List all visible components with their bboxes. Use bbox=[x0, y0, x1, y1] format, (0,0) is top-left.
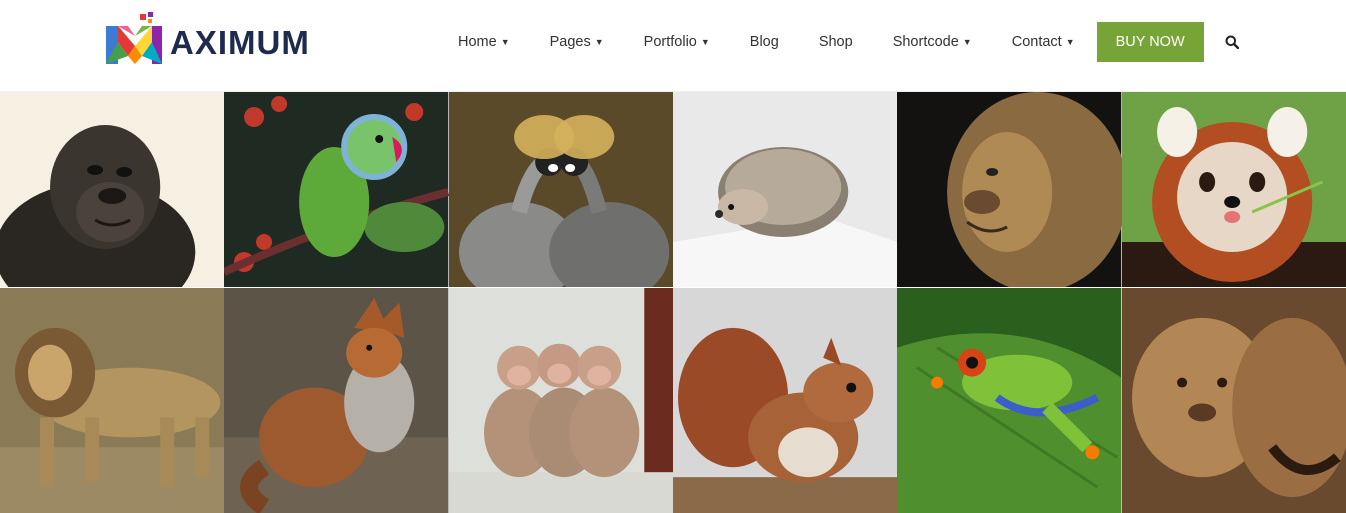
nav-label: Pages bbox=[549, 34, 591, 50]
caret-down-icon: ▼ bbox=[594, 37, 604, 47]
gallery-item-gorilla[interactable] bbox=[0, 92, 225, 287]
nav-item-home[interactable]: Home ▼ bbox=[438, 22, 530, 62]
gallery-item-lion-walking[interactable] bbox=[0, 287, 225, 513]
nav-label: Home bbox=[458, 34, 497, 50]
site-header: AXIMUM Home ▼ Pages ▼ Portfolio ▼ Blog Shop… bbox=[0, 0, 1346, 92]
gallery-item-parrot[interactable] bbox=[224, 92, 449, 287]
search-icon[interactable] bbox=[1204, 22, 1260, 62]
caret-down-icon: ▼ bbox=[1065, 37, 1075, 47]
gallery-item-fox[interactable] bbox=[224, 287, 449, 513]
caret-down-icon: ▼ bbox=[500, 37, 510, 47]
caret-down-icon: ▼ bbox=[962, 37, 972, 47]
gallery-item-monkeys[interactable] bbox=[448, 287, 673, 513]
gallery-item-squirrel[interactable] bbox=[672, 287, 898, 513]
logo-mark-icon bbox=[104, 12, 166, 68]
buy-now-button[interactable]: BUY NOW bbox=[1096, 22, 1204, 62]
nav-item-blog[interactable]: Blog bbox=[730, 22, 799, 62]
nav-item-pages[interactable]: Pages ▼ bbox=[530, 22, 624, 62]
gallery-item-lion-cub[interactable] bbox=[1121, 287, 1346, 513]
nav-item-portfolio[interactable]: Portfolio ▼ bbox=[624, 22, 730, 62]
gallery-item-tree-frog[interactable] bbox=[897, 287, 1122, 513]
main-nav: Home ▼ Pages ▼ Portfolio ▼ Blog Shop Shortc… bbox=[438, 22, 1260, 62]
nav-item-shortcode[interactable]: Shortcode ▼ bbox=[873, 22, 992, 62]
portfolio-gallery bbox=[0, 92, 1346, 513]
nav-label: Shortcode bbox=[892, 34, 959, 50]
brand-name: AXIMUM bbox=[170, 24, 310, 61]
gallery-item-crowned-cranes[interactable] bbox=[448, 92, 673, 287]
gallery-item-hedgehog[interactable] bbox=[672, 92, 898, 287]
nav-label: Portfolio bbox=[643, 34, 697, 50]
nav-item-shop[interactable]: Shop bbox=[799, 22, 873, 62]
caret-down-icon: ▼ bbox=[700, 37, 710, 47]
nav-label: Contact bbox=[1011, 34, 1062, 50]
nav-item-contact[interactable]: Contact ▼ bbox=[992, 22, 1095, 62]
nav-label: Shop bbox=[818, 34, 853, 50]
gallery-item-lion-face[interactable] bbox=[897, 92, 1122, 287]
site-logo[interactable]: AXIMUM bbox=[104, 12, 310, 68]
nav-label: Blog bbox=[749, 34, 779, 50]
gallery-item-red-panda[interactable] bbox=[1121, 92, 1346, 287]
